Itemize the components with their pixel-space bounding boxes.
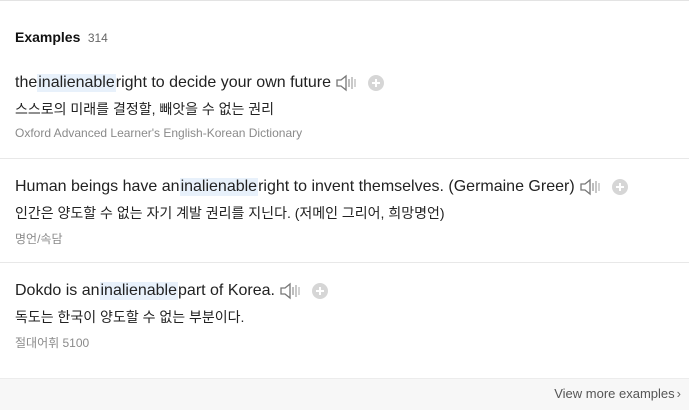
add-to-wordbook-icon[interactable] [368, 75, 384, 91]
example-english: Dokdo is an inalienable part of Korea. [15, 280, 328, 302]
english-text: right to invent themselves. (Germaine Gr… [258, 178, 575, 195]
example-divider [0, 158, 689, 159]
view-more-label: View more examples [554, 386, 675, 401]
highlighted-word: inalienable [99, 282, 179, 300]
examples-footer: View more examples › [0, 378, 689, 410]
speaker-icon[interactable] [279, 281, 303, 301]
example-divider [0, 262, 689, 263]
english-text: Human beings have an [15, 178, 180, 195]
view-more-examples-link[interactable]: View more examples › [554, 386, 681, 401]
highlighted-word: inalienable [37, 74, 116, 92]
speaker-icon[interactable] [579, 177, 603, 197]
english-text: Dokdo is an [15, 282, 100, 299]
speaker-icon[interactable] [335, 73, 359, 93]
example-korean: 독도는 한국이 양도할 수 없는 부분이다. [15, 309, 245, 325]
examples-title: Examples [15, 29, 81, 45]
examples-header: Examples 314 [15, 29, 108, 47]
example-korean: 인간은 양도할 수 없는 자기 계발 권리를 지닌다. (저메인 그리어, 희망… [15, 205, 445, 221]
example-english: Human beings have an inalienable right t… [15, 176, 628, 198]
add-to-wordbook-icon[interactable] [611, 179, 628, 195]
example-source: 절대어휘 5100 [15, 336, 90, 350]
top-divider [0, 0, 689, 1]
example-source: Oxford Advanced Learner's English-Korean… [15, 126, 303, 140]
chevron-right-icon: › [676, 386, 681, 401]
example-english: the inalienable right to decide your own… [15, 72, 384, 94]
add-to-wordbook-icon[interactable] [311, 283, 328, 299]
english-text: right to decide your own future [115, 74, 331, 91]
english-text: the [15, 74, 38, 91]
examples-count: 314 [87, 31, 108, 45]
example-korean: 스스로의 미래를 결정할, 빼앗을 수 없는 권리 [15, 101, 275, 117]
english-text: part of Korea. [178, 282, 275, 299]
example-source: 명언/속담 [15, 232, 63, 246]
highlighted-word: inalienable [179, 178, 259, 196]
